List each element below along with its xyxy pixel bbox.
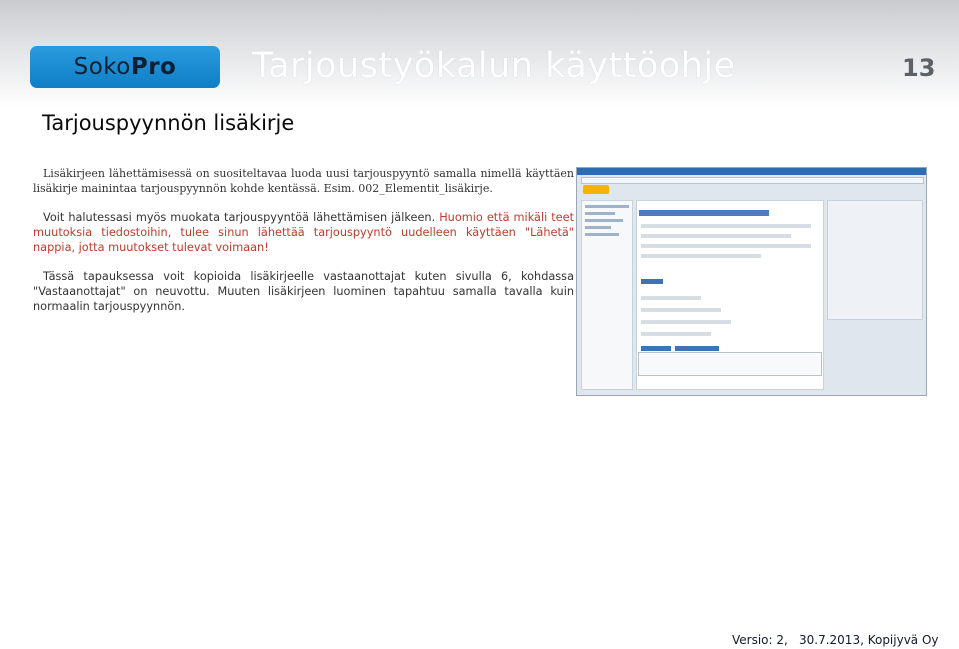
screenshot-navigation-tree [581,200,633,390]
paragraph-3: Tässä tapauksessa voit kopioida lisäkirj… [33,269,574,314]
paragraph-3-text: Tässä tapauksessa voit kopioida lisäkirj… [33,270,574,313]
footer-date-company: 30.7.2013, Kopijyvä Oy [799,633,939,647]
screenshot-form-row [641,234,791,238]
screenshot-add-document-button [641,346,671,351]
screenshot-app-logo [583,185,609,194]
screenshot-form-row [641,296,701,300]
sokopro-logo: Soko Pro [30,46,220,88]
paragraph-2-text: Voit halutessasi myös muokata tarjouspyy… [43,211,436,224]
paragraph-1-text: Lisäkirjeen lähettämisessä on suositelta… [33,167,574,195]
screenshot-delete-document-button [675,346,719,351]
screenshot-window-bar [577,168,926,175]
paragraph-1: Lisäkirjeen lähettämisessä on suositelta… [33,166,574,196]
screenshot-form-row [641,308,721,312]
screenshot-editor-tab [641,279,663,284]
screenshot-form-row [641,224,811,228]
screenshot-form-row [641,332,711,336]
logo-text-soko: Soko [73,54,131,80]
document-title: Tarjoustyökalun käyttöohje [252,46,736,86]
section-title: Tarjouspyynnön lisäkirje [42,111,295,135]
application-screenshot [576,167,927,396]
footer-version: Versio: 2, [732,633,788,647]
screenshot-form-row [641,244,811,248]
logo-text-pro: Pro [130,54,177,80]
screenshot-address-bar [581,177,924,184]
screenshot-tab-strip [639,210,769,216]
page-number: 13 [902,54,936,82]
screenshot-side-panel [827,200,923,320]
screenshot-form-row [641,320,731,324]
screenshot-form-row [641,254,761,258]
screenshot-document-table [638,352,822,376]
paragraph-2: Voit halutessasi myös muokata tarjouspyy… [33,210,574,255]
